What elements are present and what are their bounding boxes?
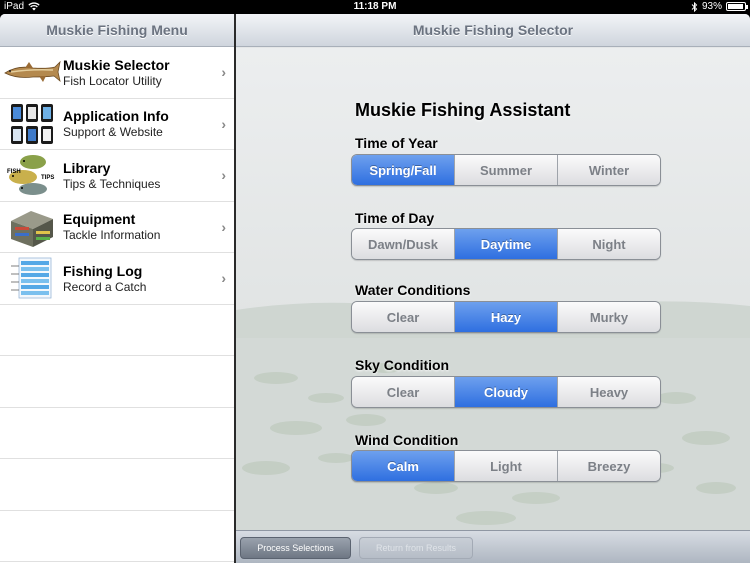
chevron-right-icon: › [221,64,226,81]
wind-condition-label: Wind Condition [355,432,459,448]
log-sheet-image [3,256,61,300]
menu-item-subtitle: Tackle Information [63,228,161,243]
return-from-results-button: Return from Results [359,537,473,559]
svg-text:FISH: FISH [7,169,21,175]
svg-text:TIPS: TIPS [41,175,54,181]
menu-item-subtitle: Tips & Techniques [63,176,161,191]
selector-pane: Muskie Fishing Selector Muskie Fishing A… [236,14,750,563]
segment-option[interactable]: Murky [558,302,660,332]
menu-item-title: Equipment [63,211,136,228]
menu-item-muskie-selector[interactable]: Muskie Selector Fish Locator Utility › [0,47,234,99]
empty-row [0,459,234,511]
segment-option[interactable]: Night [558,229,660,259]
time-of-day-label: Time of Day [355,210,435,226]
menu-item-texts: Library Tips & Techniques [63,160,160,191]
segment-option[interactable]: Light [455,451,558,481]
segment-option[interactable]: Cloudy [455,377,558,407]
segment-option[interactable]: Spring/Fall [352,155,455,185]
menu-pane: Muskie Fishing Menu Muskie Selector Fish… [0,14,234,563]
selector-content: Muskie Fishing Assistant Time of Year Sp… [236,48,750,538]
menu-item-subtitle: Fish Locator Utility [63,73,162,88]
menu-item-texts: Muskie Selector Fish Locator Utility [63,57,170,88]
chevron-right-icon: › [221,167,226,184]
menu-item-title: Fishing Log [63,262,143,279]
bluetooth-icon [691,1,698,12]
app-screens-image [3,102,61,146]
status-time: 11:18 PM [353,1,397,12]
fish-tips-image: FISH TIPS [3,153,61,197]
segment-option[interactable]: Winter [558,155,660,185]
menu-title: Muskie Fishing Menu [46,22,188,38]
segment-option[interactable]: Hazy [455,302,558,332]
menu-item-title: Application Info [63,108,169,125]
battery-icon [726,2,748,11]
water-conditions-label: Water Conditions [355,282,471,298]
empty-row [0,356,234,408]
menu-item-subtitle: Support & Website [63,125,163,140]
battery-fill [728,4,743,9]
selector-title: Muskie Fishing Selector [412,22,574,38]
segment-option[interactable]: Calm [352,451,455,481]
wind-condition-segmented-control: Calm Light Breezy [351,450,661,482]
status-bar: iPad 11:18 PM 93% [0,0,750,14]
muskie-fish-image [3,50,61,94]
time-of-day-segmented-control: Dawn/Dusk Daytime Night [351,228,661,260]
segment-option[interactable]: Summer [455,155,558,185]
time-of-year-label: Time of Year [355,135,438,151]
empty-row [0,305,234,356]
segment-option[interactable]: Daytime [455,229,558,259]
menu-item-texts: Fishing Log Record a Catch [63,263,146,294]
menu-item-subtitle: Record a Catch [63,279,147,294]
menu-item-application-info[interactable]: Application Info Support & Website › [0,99,234,150]
segment-option[interactable]: Clear [352,302,455,332]
selector-navbar: Muskie Fishing Selector [236,14,750,47]
menu-item-texts: Application Info Support & Website [63,108,169,139]
process-selections-button[interactable]: Process Selections [240,537,351,559]
menu-item-title: Muskie Selector [63,56,170,73]
sky-condition-label: Sky Condition [355,357,450,373]
chevron-right-icon: › [221,270,226,287]
assistant-title: Muskie Fishing Assistant [355,100,571,120]
time-of-year-segmented-control: Spring/Fall Summer Winter [351,154,661,186]
segment-option[interactable]: Heavy [558,377,660,407]
tackle-box-image [3,205,61,249]
menu-item-texts: Equipment Tackle Information [63,211,160,242]
bottom-toolbar: Process Selections Return from Results [236,530,750,563]
empty-row [0,511,234,562]
segment-option[interactable]: Dawn/Dusk [352,229,455,259]
chevron-right-icon: › [221,115,226,132]
menu-item-equipment[interactable]: Equipment Tackle Information › [0,202,234,253]
battery-percent: 93% [701,1,722,12]
menu-item-title: Library [63,159,111,176]
menu-item-library[interactable]: FISH TIPS Library Tips & Techniques › [0,150,234,202]
segment-option[interactable]: Clear [352,377,455,407]
water-conditions-segmented-control: Clear Hazy Murky [351,301,661,333]
menu-navbar: Muskie Fishing Menu [0,14,234,47]
status-right: 93% [691,1,748,12]
menu-item-fishing-log[interactable]: Fishing Log Record a Catch › [0,253,234,305]
sky-condition-segmented-control: Clear Cloudy Heavy [351,376,661,408]
segment-option[interactable]: Breezy [558,451,660,481]
chevron-right-icon: › [221,218,226,235]
empty-row [0,408,234,459]
